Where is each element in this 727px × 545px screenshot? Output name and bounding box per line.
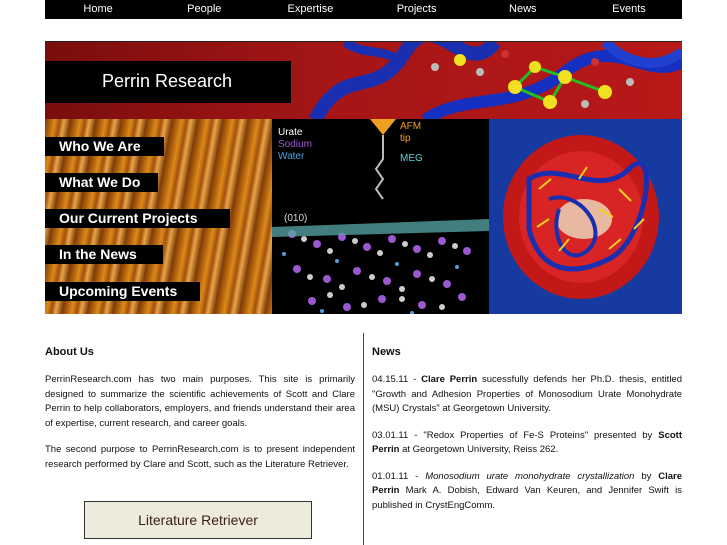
plane-label: (010) <box>284 213 308 224</box>
news-date: 04.15.11 - <box>372 374 422 385</box>
nav-expertise[interactable]: Expertise <box>257 0 363 19</box>
legend-urate: Urate <box>278 127 303 138</box>
header-banner: Perrin Research <box>45 41 682 120</box>
news-date: 03.01.11 - <box>372 429 424 441</box>
legend-water: Water <box>278 151 305 162</box>
literature-retriever-button[interactable]: Literature Retriever <box>84 501 312 539</box>
afm-label: AFM <box>400 121 422 132</box>
about-section: About Us PerrinResearch.com has two main… <box>45 346 355 484</box>
news-item: 03.01.11 - "Redox Properties of Fe-S Pro… <box>372 429 682 458</box>
site-title: Perrin Research <box>102 71 233 91</box>
nav-home[interactable]: Home <box>45 0 151 19</box>
menu-what-we-do[interactable]: What We Do <box>45 173 158 192</box>
news-section: News 04.15.11 - Clare Perrin sucessfully… <box>372 346 682 525</box>
meg-label: MEG <box>400 153 423 164</box>
legend-sodium: Sodium <box>278 139 312 150</box>
nav-news[interactable]: News <box>470 0 576 19</box>
menu-current-projects[interactable]: Our Current Projects <box>45 209 230 228</box>
tip-label: tip <box>400 133 411 144</box>
menu-in-the-news[interactable]: In the News <box>45 245 163 264</box>
news-text-2: Mark A. Dobish, Edward Van Keuren, and J… <box>372 485 682 511</box>
about-paragraph-2: The second purpose to PerrinResearch.com… <box>45 444 355 470</box>
news-text: "Redox Properties of Fe-S Proteins" pres… <box>423 429 659 441</box>
protein-image <box>489 119 682 314</box>
crystal-figure: Urate Sodium Water AFM tip MEG (010) <box>272 119 489 314</box>
news-item: 04.15.11 - Clare Perrin sucessfully defe… <box>372 373 682 417</box>
about-paragraph-1: PerrinResearch.com has two main purposes… <box>45 374 355 429</box>
news-publication-title: Monosodium urate monohydrate crystalliza… <box>425 470 635 482</box>
site-title-box[interactable]: Perrin Research <box>45 61 291 103</box>
nav-people[interactable]: People <box>151 0 257 19</box>
news-date: 01.01.11 - <box>372 470 426 482</box>
news-heading: News <box>372 346 401 358</box>
feature-row: Who We Are What We Do Our Current Projec… <box>45 119 682 314</box>
menu-who-we-are[interactable]: Who We Are <box>45 137 164 156</box>
news-item: 01.01.11 - Monosodium urate monohydrate … <box>372 470 682 514</box>
protein-surface-image <box>503 135 659 299</box>
nav-events[interactable]: Events <box>576 0 682 19</box>
top-nav: Home People Expertise Projects News Even… <box>45 0 682 19</box>
column-divider <box>363 333 364 545</box>
news-person-link[interactable]: Clare Perrin <box>421 374 477 385</box>
nav-projects[interactable]: Projects <box>364 0 470 19</box>
news-text-2: at Georgetown University, Reiss 262. <box>399 444 559 455</box>
news-text: by <box>634 470 659 482</box>
about-heading: About Us <box>45 346 94 358</box>
menu-upcoming-events[interactable]: Upcoming Events <box>45 282 200 301</box>
